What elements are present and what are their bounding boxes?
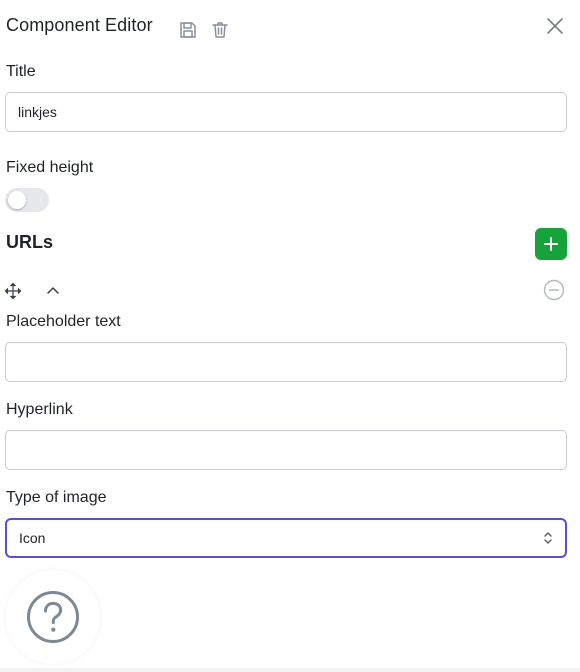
updown-chevron-icon [544,532,552,544]
hyperlink-input[interactable] [5,430,567,470]
placeholder-text-input[interactable] [5,342,567,382]
urls-section-title: URLs [6,232,54,252]
title-label: Title [6,63,36,80]
image-type-label: Type of image [6,489,107,506]
image-type-select[interactable]: Icon [5,518,567,558]
save-icon[interactable] [177,19,199,41]
bottom-divider [0,668,580,672]
toggle-knob [8,191,26,209]
close-icon[interactable] [543,14,567,38]
fixed-height-label: Fixed height [6,159,94,176]
move-icon[interactable] [4,282,22,300]
help-button[interactable] [6,570,100,664]
fixed-height-toggle[interactable] [5,188,49,212]
title-input[interactable] [5,92,567,132]
placeholder-text-label: Placeholder text [6,313,121,330]
image-type-value: Icon [19,530,46,546]
question-icon [27,591,79,643]
plus-icon [544,237,558,251]
chevron-up-icon[interactable] [45,284,61,298]
panel-title: Component Editor [6,15,153,35]
add-url-button[interactable] [535,228,567,260]
remove-icon[interactable] [543,279,565,301]
trash-icon[interactable] [209,19,231,41]
hyperlink-label: Hyperlink [6,401,73,418]
